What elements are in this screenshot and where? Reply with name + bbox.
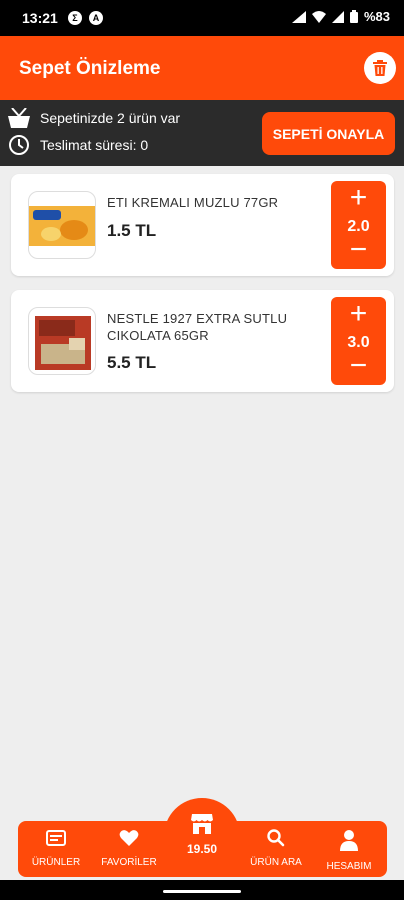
trash-icon <box>373 60 387 76</box>
product-price: 5.5 TL <box>107 353 157 372</box>
cart-item: ETI KREMALI MUZLU 77GR 1.5 TL + 2.0 − <box>11 174 394 276</box>
notification-icon: Σ <box>68 11 82 25</box>
nav-products[interactable]: ÜRÜNLER <box>23 829 89 868</box>
battery-level: %83 <box>363 9 390 24</box>
increase-button[interactable]: + <box>331 299 386 329</box>
user-icon <box>340 830 358 851</box>
home-indicator[interactable] <box>163 890 241 893</box>
app-bar: Sepet Önizleme <box>0 36 404 100</box>
status-bar: 13:21 Σ A %83 <box>0 0 404 36</box>
wifi-icon <box>311 10 326 23</box>
nav-account[interactable]: HESABIM <box>316 829 382 872</box>
store-icon <box>191 814 213 834</box>
product-image <box>28 307 96 375</box>
basket-icon <box>8 108 30 128</box>
product-name: ETI KREMALI MUZLU 77GR <box>107 195 279 210</box>
product-price: 1.5 TL <box>107 221 157 240</box>
search-icon <box>267 829 285 847</box>
nav-favorites-label: FAVORİLER <box>101 857 157 868</box>
cart-item: NESTLE 1927 EXTRA SUTLU CIKOLATA 65GR 5.… <box>11 290 394 392</box>
battery-icon <box>349 10 358 23</box>
cart-total: 19.50 <box>186 842 218 856</box>
heart-icon <box>119 830 139 846</box>
status-time: 13:21 <box>22 10 58 26</box>
nav-products-label: ÜRÜNLER <box>31 857 81 868</box>
delivery-row: Teslimat süresi: 0 <box>8 135 148 155</box>
cart-count-text: Sepetinizde 2 ürün var <box>40 110 181 126</box>
notification-icon: A <box>89 11 103 25</box>
page-title: Sepet Önizleme <box>19 58 161 79</box>
product-image <box>28 191 96 259</box>
clock-icon <box>9 135 29 155</box>
nav-account-label: HESABIM <box>326 861 372 872</box>
cart-total-button[interactable]: 19.50 <box>164 798 240 874</box>
gesture-bar <box>0 880 404 900</box>
nav-search[interactable]: ÜRÜN ARA <box>243 829 309 868</box>
products-icon <box>46 830 66 846</box>
signal-icon <box>331 10 344 23</box>
clear-cart-button[interactable] <box>364 52 396 84</box>
signal-icon <box>291 10 306 23</box>
increase-button[interactable]: + <box>331 183 386 213</box>
delivery-time-text: Teslimat süresi: 0 <box>40 137 149 153</box>
confirm-cart-button[interactable]: SEPETİ ONAYLA <box>262 112 395 155</box>
quantity-stepper: + 3.0 − <box>331 297 386 385</box>
decrease-button[interactable]: − <box>331 351 386 381</box>
product-name: NESTLE 1927 EXTRA SUTLU CIKOLATA 65GR <box>107 311 288 343</box>
nav-search-label: ÜRÜN ARA <box>250 857 302 868</box>
quantity-stepper: + 2.0 − <box>331 181 386 269</box>
cart-count-row: Sepetinizde 2 ürün var <box>8 108 180 128</box>
nav-favorites[interactable]: FAVORİLER <box>96 829 162 868</box>
cart-info-bar: Sepetinizde 2 ürün var Teslimat süresi: … <box>0 100 404 166</box>
status-icons: %83 <box>291 9 390 24</box>
decrease-button[interactable]: − <box>331 235 386 265</box>
